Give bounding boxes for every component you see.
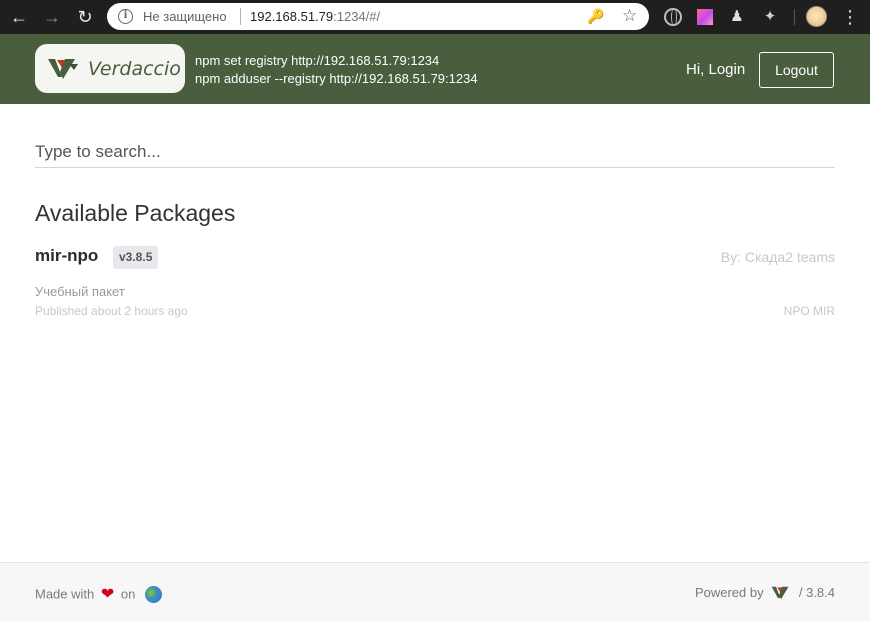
person-extension-icon[interactable]: ♟ <box>728 8 746 26</box>
globe-extension-icon[interactable] <box>664 8 682 26</box>
toolbar-divider <box>794 9 795 25</box>
footer-powered-by: Powered by / 3.8.4 <box>695 584 835 601</box>
package-license: NPO MIR <box>783 304 835 318</box>
info-icon[interactable]: i <box>118 9 133 24</box>
profile-avatar[interactable] <box>806 6 827 27</box>
bookmark-star-icon[interactable]: ☆ <box>622 6 637 26</box>
footer-made-with: Made with ❤ on <box>35 584 162 604</box>
url-path: :1234/#/ <box>333 9 381 24</box>
menu-dots-icon[interactable]: ⋮ <box>840 6 860 28</box>
adduser-command: npm adduser --registry http://192.168.51… <box>195 71 478 86</box>
url-host: 192.168.51.79 <box>250 9 334 24</box>
color-extension-icon[interactable] <box>697 9 713 25</box>
page-title: Available Packages <box>35 200 236 226</box>
verdaccio-logo-icon <box>48 59 78 79</box>
version-label[interactable]: / 3.8.4 <box>799 585 835 600</box>
footer: Made with ❤ on Powered by / 3.8.4 <box>0 562 870 621</box>
url-separator <box>240 8 241 25</box>
package-author: By: Скада2 teams <box>720 249 835 265</box>
version-badge: v3.8.5 <box>113 246 159 269</box>
login-greeting[interactable]: Hi, Login <box>686 61 745 78</box>
verdaccio-footer-logo-icon[interactable] <box>771 585 791 601</box>
logo[interactable]: Verdaccio <box>35 44 185 93</box>
package-name[interactable]: mir-npo <box>35 246 98 266</box>
package-published: Published about 2 hours ago <box>35 304 188 318</box>
registry-command: npm set registry http://192.168.51.79:12… <box>195 53 440 68</box>
package-description: Учебный пакет <box>35 284 125 299</box>
back-icon[interactable]: ← <box>7 5 31 29</box>
forward-icon[interactable]: → <box>40 5 64 29</box>
browser-toolbar: ← → ↻ i Не защищено 192.168.51.79:1234/#… <box>0 0 870 34</box>
logout-button[interactable]: Logout <box>759 52 834 88</box>
reload-icon[interactable]: ↻ <box>73 5 97 29</box>
tag-extension-icon[interactable]: ✦ <box>761 8 779 26</box>
app-header: Verdaccio npm set registry http://192.16… <box>0 34 870 104</box>
address-bar[interactable]: i Не защищено 192.168.51.79:1234/#/ 🔑 ☆ <box>107 3 649 30</box>
earth-icon <box>145 585 162 603</box>
search-input[interactable] <box>35 137 835 168</box>
logo-text: Verdaccio <box>88 58 181 80</box>
on-label: on <box>120 586 136 602</box>
heart-icon: ❤ <box>100 586 115 603</box>
key-icon[interactable]: 🔑 <box>587 8 604 25</box>
security-label: Не защищено <box>143 9 227 24</box>
made-with-label: Made with <box>35 586 95 602</box>
powered-by-label: Powered by <box>694 585 764 601</box>
url-text[interactable]: 192.168.51.79:1234/#/ <box>250 9 380 24</box>
